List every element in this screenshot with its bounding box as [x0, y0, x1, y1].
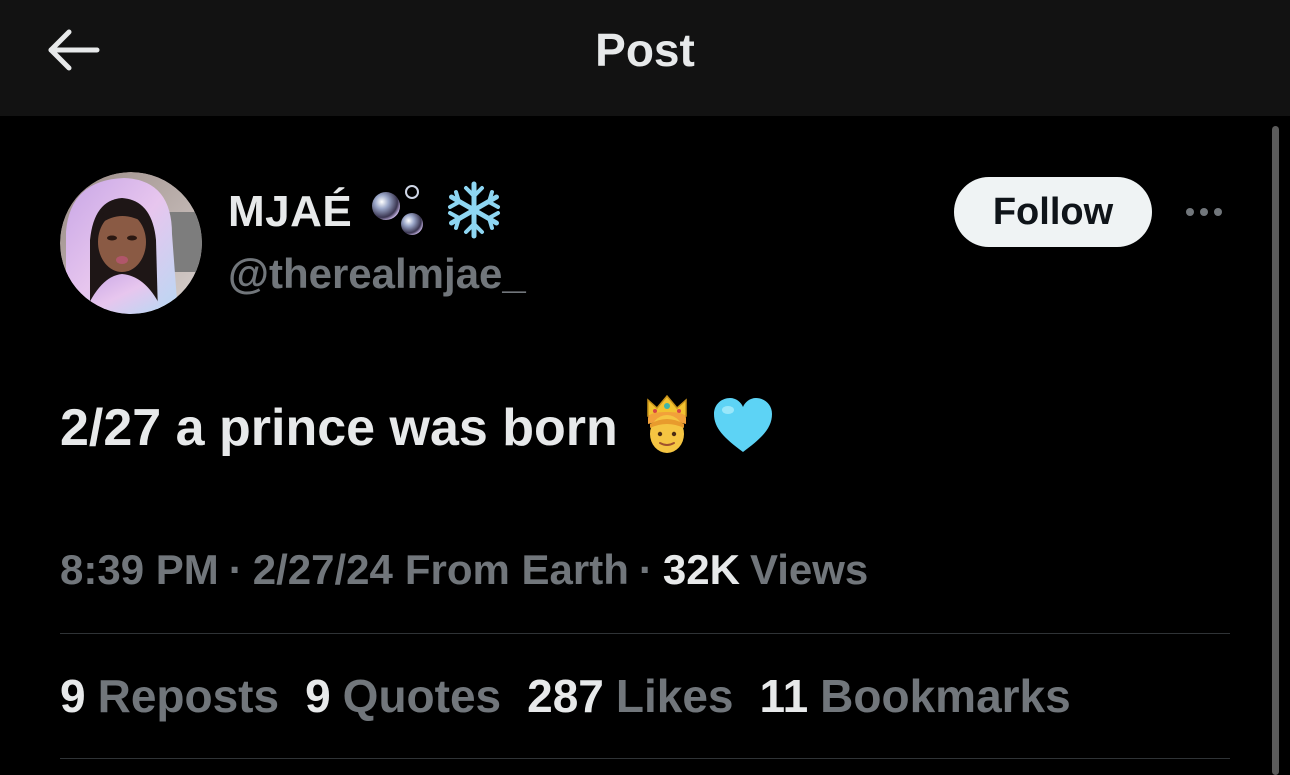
author-handle[interactable]: @therealmjae_ [228, 246, 526, 302]
stat-count: 9 [305, 670, 331, 722]
author-display-name: MJAÉ [228, 187, 353, 236]
more-horizontal-icon [1186, 208, 1194, 216]
user-avatar [60, 172, 202, 314]
divider [60, 758, 1230, 759]
likes-stat[interactable]: 287 Likes [527, 669, 733, 723]
stat-count: 287 [527, 670, 604, 722]
meta-separator: · [638, 546, 653, 593]
meta-separator: · [228, 546, 243, 593]
light-blue-heart-icon [712, 396, 774, 461]
stat-label: Quotes [342, 670, 502, 722]
more-horizontal-icon [1214, 208, 1222, 216]
follow-button[interactable]: Follow [954, 177, 1152, 247]
more-horizontal-icon [1200, 208, 1208, 216]
page-title: Post [595, 24, 695, 76]
scrollbar[interactable] [1272, 126, 1279, 775]
bookmarks-stat[interactable]: 11 Bookmarks [760, 669, 1071, 723]
stat-count: 9 [60, 670, 86, 722]
post-time[interactable]: 8:39 PM [60, 546, 219, 594]
reposts-stat[interactable]: 9 Reposts [60, 669, 279, 723]
engagement-stats: 9 Reposts 9 Quotes 287 Likes 11 Bookmark… [60, 666, 1097, 726]
snowflake-icon [444, 180, 504, 245]
post-text-row: 2/27 a prince was born [60, 390, 774, 466]
bubbles-icon [368, 180, 428, 245]
post-text: 2/27 a prince was born [60, 399, 618, 457]
top-bar: Post [0, 0, 1290, 116]
quotes-stat[interactable]: 9 Quotes [305, 669, 501, 723]
stat-label: Reposts [97, 670, 280, 722]
avatar[interactable] [60, 172, 202, 314]
more-options-button[interactable] [1176, 194, 1232, 230]
divider [60, 633, 1230, 634]
post-date[interactable]: 2/27/24 [253, 546, 393, 594]
post-meta: 8:39 PM · 2/27/24 From Earth · 32K Views [60, 540, 868, 600]
stat-label: Likes [615, 670, 734, 722]
stat-count: 11 [759, 670, 809, 722]
post-location: From Earth [404, 546, 629, 593]
views-label: Views [749, 546, 869, 593]
author-name-row[interactable]: MJAÉ [228, 180, 504, 244]
stat-label: Bookmarks [820, 670, 1071, 722]
views-count: 32K [662, 546, 740, 593]
prince-icon [642, 394, 692, 463]
